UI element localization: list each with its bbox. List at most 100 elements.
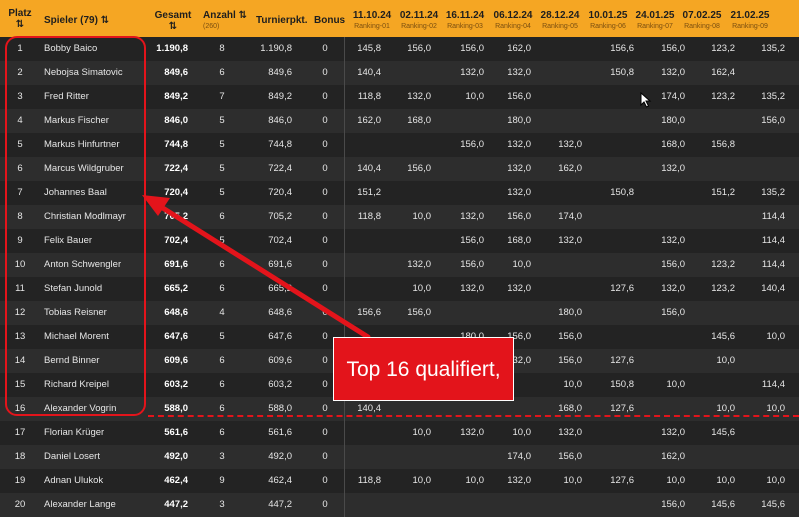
ranking-score-cell: 10,0 bbox=[563, 379, 583, 390]
sort-icon[interactable]: ⇅ bbox=[239, 10, 247, 21]
ranking-score-cell: 156,0 bbox=[407, 43, 431, 54]
total-cell: 609,6 bbox=[164, 355, 188, 366]
ranking-score-cell: 180,0 bbox=[661, 115, 685, 126]
sort-icon[interactable]: ⇅ bbox=[6, 19, 34, 30]
ranking-score-cell: 132,0 bbox=[507, 475, 531, 486]
ranking-score-cell: 135,2 bbox=[761, 187, 785, 198]
table-row[interactable]: 19 Adnan Ulukok 462,4 9 462,4 0 118,8 10,0 10,0 1… bbox=[0, 469, 799, 493]
ranking-score-cell: 156,0 bbox=[558, 331, 582, 342]
ranking-date: 10.01.25 bbox=[588, 10, 628, 21]
bonus-cell: 0 bbox=[322, 475, 328, 486]
count-cell: 9 bbox=[219, 475, 225, 486]
bonus-cell: 0 bbox=[322, 139, 328, 150]
ranking-score-cell: 114,4 bbox=[761, 235, 785, 246]
ranking-score-cell: 156,0 bbox=[407, 307, 431, 318]
table-row[interactable]: 17 Florian Krüger 561,6 6 561,6 0 10,0 132,0 10,… bbox=[0, 421, 799, 445]
col-spieler-header[interactable]: Spieler (79) ⇅ bbox=[44, 15, 109, 26]
ranking-score-cell bbox=[741, 349, 785, 373]
total-cell: 648,6 bbox=[164, 307, 188, 318]
col-ranking-header[interactable]: 21.02.25 Ranking-09 bbox=[727, 10, 773, 32]
col-gesamt-header[interactable]: Gesamt ⇅ bbox=[150, 10, 196, 32]
count-cell: 5 bbox=[219, 331, 225, 342]
col-anzahl-header[interactable]: Anzahl ⇅ (260) bbox=[203, 10, 247, 32]
col-spieler-label: Spieler (79) bbox=[44, 15, 98, 26]
count-cell: 6 bbox=[219, 427, 225, 438]
ranking-score-cell bbox=[590, 109, 634, 133]
total-cell: 647,6 bbox=[164, 331, 188, 342]
total-cell: 561,6 bbox=[164, 427, 188, 438]
ranking-score-cell: 180,0 bbox=[558, 307, 582, 318]
ranking-score-cell: 145,6 bbox=[711, 331, 735, 342]
col-ranking-header[interactable]: 16.11.24 Ranking-03 bbox=[442, 10, 488, 32]
tournament-points-cell: 722,4 bbox=[268, 163, 292, 174]
ranking-score-cell: 168,0 bbox=[407, 115, 431, 126]
ranking-score-cell: 156,0 bbox=[507, 91, 531, 102]
ranking-score-cell bbox=[641, 325, 685, 349]
col-ranking-header[interactable]: 24.01.25 Ranking-07 bbox=[632, 10, 678, 32]
ranking-score-cell bbox=[590, 445, 634, 469]
column-divider bbox=[344, 37, 345, 517]
total-cell: 702,4 bbox=[164, 235, 188, 246]
ranking-score-cell bbox=[440, 181, 484, 205]
ranking-score-cell bbox=[440, 109, 484, 133]
col-bonus-header[interactable]: Bonus bbox=[314, 15, 345, 26]
ranking-score-cell bbox=[741, 157, 785, 181]
count-cell: 5 bbox=[219, 163, 225, 174]
ranking-score-cell bbox=[590, 325, 634, 349]
ranking-score-cell: 145,6 bbox=[711, 427, 735, 438]
qualification-cutoff-line bbox=[148, 415, 799, 417]
total-cell: 744,8 bbox=[164, 139, 188, 150]
ranking-score-cell: 10,0 bbox=[412, 283, 432, 294]
ranking-score-cell: 156,0 bbox=[460, 235, 484, 246]
ranking-score-cell: 151,2 bbox=[711, 187, 735, 198]
tournament-points-cell: 603,2 bbox=[268, 379, 292, 390]
total-cell: 849,2 bbox=[164, 91, 188, 102]
tournament-points-cell: 849,2 bbox=[268, 91, 292, 102]
ranking-score-cell bbox=[741, 133, 785, 157]
col-turnier-header[interactable]: Turnierpkt. bbox=[256, 15, 307, 26]
ranking-score-cell: 162,0 bbox=[507, 43, 531, 54]
ranking-score-cell: 168,0 bbox=[558, 403, 582, 414]
ranking-score-cell: 135,2 bbox=[761, 91, 785, 102]
col-ranking-header[interactable]: 02.11.24 Ranking-02 bbox=[396, 10, 442, 32]
ranking-label: Ranking-03 bbox=[447, 23, 483, 30]
tournament-points-cell: 705,2 bbox=[268, 211, 292, 222]
ranking-score-cell: 132,0 bbox=[661, 163, 685, 174]
ranking-score-cell: 132,0 bbox=[460, 427, 484, 438]
count-cell: 3 bbox=[219, 451, 225, 462]
tournament-points-cell: 588,0 bbox=[268, 403, 292, 414]
total-cell: 849,6 bbox=[164, 67, 188, 78]
ranking-score-cell bbox=[641, 349, 685, 373]
table-row[interactable]: 18 Daniel Losert 492,0 3 492,0 0 174,0 156,0 162… bbox=[0, 445, 799, 469]
total-cell: 492,0 bbox=[164, 451, 188, 462]
count-cell: 6 bbox=[219, 403, 225, 414]
ranking-score-cell: 132,0 bbox=[558, 139, 582, 150]
col-ranking-header[interactable]: 07.02.25 Ranking-08 bbox=[679, 10, 725, 32]
col-gesamt-label: Gesamt bbox=[154, 10, 192, 21]
ranking-score-cell: 127,6 bbox=[610, 475, 634, 486]
col-platz-header[interactable]: Platz ⇅ bbox=[6, 8, 34, 30]
ranking-score-cell: 156,0 bbox=[507, 211, 531, 222]
tournament-points-cell: 744,8 bbox=[268, 139, 292, 150]
table-row[interactable]: 20 Alexander Lange 447,2 3 447,2 0 156,0 145,6 1… bbox=[0, 493, 799, 517]
ranking-score-cell bbox=[440, 493, 484, 517]
ranking-score-cell: 145,6 bbox=[761, 499, 785, 510]
col-ranking-header[interactable]: 28.12.24 Ranking-05 bbox=[537, 10, 583, 32]
count-cell: 5 bbox=[219, 187, 225, 198]
ranking-score-cell bbox=[691, 445, 735, 469]
col-ranking-header[interactable]: 10.01.25 Ranking-06 bbox=[585, 10, 631, 32]
ranking-score-cell bbox=[487, 301, 531, 325]
count-cell: 5 bbox=[219, 235, 225, 246]
tournament-points-cell: 561,6 bbox=[268, 427, 292, 438]
ranking-score-cell bbox=[590, 205, 634, 229]
tournament-points-cell: 702,4 bbox=[268, 235, 292, 246]
sort-icon[interactable]: ⇅ bbox=[101, 15, 109, 26]
ranking-score-cell bbox=[590, 133, 634, 157]
ranking-score-cell bbox=[590, 301, 634, 325]
tournament-points-cell: 720,4 bbox=[268, 187, 292, 198]
ranking-score-cell: 10,0 bbox=[412, 475, 432, 486]
sort-icon[interactable]: ⇅ bbox=[150, 21, 196, 32]
col-ranking-header[interactable]: 06.12.24 Ranking-04 bbox=[490, 10, 536, 32]
col-ranking-header[interactable]: 11.10.24 Ranking-01 bbox=[349, 10, 395, 32]
count-cell: 6 bbox=[219, 355, 225, 366]
